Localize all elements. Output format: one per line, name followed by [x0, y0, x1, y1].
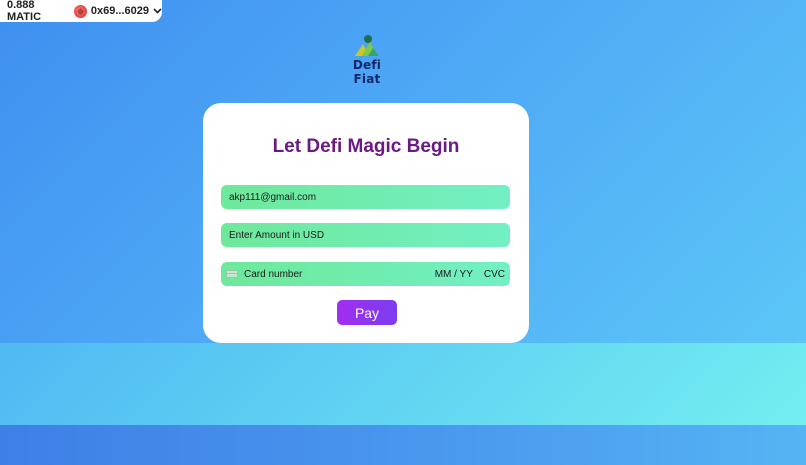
defi-fiat-logo-icon [355, 35, 379, 56]
account-address: 0x69...6029 [90, 5, 149, 17]
background-middle [0, 343, 806, 425]
email-value: akp111@gmail.com [229, 191, 317, 203]
page-title: Let Defi Magic Begin [272, 136, 460, 157]
card-input[interactable]: Card number MM / YY CVC [221, 262, 510, 286]
account-button[interactable]: 0x69...6029 [73, 4, 162, 18]
wallet-bar: 0.888 MATIC 0x69...6029 [0, 0, 162, 23]
brand-name: Defi Fiat [352, 58, 382, 86]
cvc-placeholder: CVC [483, 268, 505, 280]
amount-placeholder: Enter Amount in USD [229, 229, 325, 241]
amount-input[interactable]: Enter Amount in USD [221, 223, 510, 247]
background-bottom [0, 425, 806, 465]
card-number-placeholder: Card number [244, 268, 303, 280]
wallet-balance: 0.888 MATIC [7, 0, 42, 23]
brand-logo: Defi Fiat [338, 34, 396, 86]
pay-button[interactable]: Pay [337, 300, 397, 325]
chevron-down-icon [153, 5, 162, 17]
account-avatar-icon [73, 4, 87, 18]
expiry-placeholder: MM / YY [434, 268, 473, 280]
email-field[interactable]: akp111@gmail.com [221, 185, 510, 209]
credit-card-icon [226, 270, 238, 278]
